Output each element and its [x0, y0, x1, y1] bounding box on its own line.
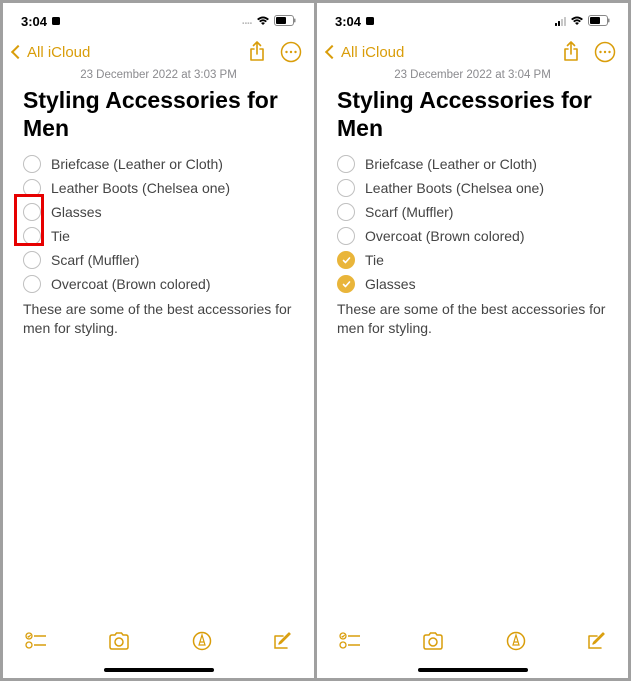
note-timestamp: 23 December 2022 at 3:04 PM — [337, 69, 608, 81]
checklist-item-label: Tie — [51, 228, 70, 244]
check-circle-icon[interactable] — [337, 179, 355, 197]
camera-icon[interactable] — [421, 631, 445, 651]
home-indicator[interactable] — [3, 662, 314, 678]
checklist-item-label: Scarf (Muffler) — [51, 252, 139, 268]
status-indicator-icon — [365, 14, 375, 29]
checklist-item-label: Leather Boots (Chelsea one) — [51, 180, 230, 196]
note-title[interactable]: Styling Accessories for Men — [23, 87, 294, 142]
check-circle-icon[interactable] — [23, 251, 41, 269]
note-body[interactable]: These are some of the best accessories f… — [23, 300, 294, 338]
checklist-item-label: Briefcase (Leather or Cloth) — [51, 156, 223, 172]
check-circle-icon[interactable] — [337, 227, 355, 245]
status-indicator-icon — [51, 14, 61, 29]
checklist-item[interactable]: Tie — [337, 248, 608, 272]
status-time: 3:04 — [335, 14, 361, 29]
checklist-item[interactable]: Briefcase (Leather or Cloth) — [337, 152, 608, 176]
checklist-item[interactable]: Glasses — [23, 200, 294, 224]
back-label: All iCloud — [27, 44, 90, 61]
checklist-item[interactable]: Tie — [23, 224, 294, 248]
checklist-item[interactable]: Leather Boots (Chelsea one) — [23, 176, 294, 200]
note-body[interactable]: These are some of the best accessories f… — [337, 300, 608, 338]
check-circle-icon[interactable] — [23, 179, 41, 197]
checklist-item[interactable]: Scarf (Muffler) — [337, 200, 608, 224]
checklist-icon[interactable] — [339, 632, 361, 650]
battery-icon — [274, 14, 296, 29]
cellular-dots-icon: .... — [242, 15, 252, 27]
checklist-item[interactable]: Leather Boots (Chelsea one) — [337, 176, 608, 200]
status-time: 3:04 — [21, 14, 47, 29]
note-content: 23 December 2022 at 3:04 PM Styling Acce… — [317, 69, 628, 614]
battery-icon — [588, 14, 610, 29]
check-circle-icon[interactable] — [337, 275, 355, 293]
back-button[interactable]: All iCloud — [327, 44, 404, 61]
checklist-item-label: Scarf (Muffler) — [365, 204, 453, 220]
checklist-item-label: Overcoat (Brown colored) — [365, 228, 525, 244]
phone-right: 3:04 All iCloud — [317, 3, 628, 678]
wifi-icon — [570, 14, 584, 29]
checklist-icon[interactable] — [25, 632, 47, 650]
nav-bar: All iCloud — [3, 33, 314, 69]
camera-icon[interactable] — [107, 631, 131, 651]
check-circle-icon[interactable] — [23, 203, 41, 221]
checklist: Briefcase (Leather or Cloth) Leather Boot… — [23, 152, 294, 296]
checklist-item-label: Overcoat (Brown colored) — [51, 276, 211, 292]
more-icon[interactable] — [280, 41, 302, 63]
check-circle-icon[interactable] — [337, 251, 355, 269]
check-circle-icon[interactable] — [23, 155, 41, 173]
note-title[interactable]: Styling Accessories for Men — [337, 87, 608, 142]
checklist-item[interactable]: Scarf (Muffler) — [23, 248, 294, 272]
checklist-item-label: Glasses — [365, 276, 416, 292]
cellular-bars-icon — [555, 17, 566, 26]
home-indicator[interactable] — [317, 662, 628, 678]
checklist-item-label: Leather Boots (Chelsea one) — [365, 180, 544, 196]
status-bar: 3:04 — [317, 3, 628, 33]
back-label: All iCloud — [341, 44, 404, 61]
note-timestamp: 23 December 2022 at 3:03 PM — [23, 69, 294, 81]
phone-left: 3:04 .... All iCloud — [3, 3, 314, 678]
chevron-left-icon — [325, 45, 339, 59]
markup-icon[interactable] — [192, 631, 212, 651]
back-button[interactable]: All iCloud — [13, 44, 90, 61]
note-content: 23 December 2022 at 3:03 PM Styling Acce… — [3, 69, 314, 614]
check-circle-icon[interactable] — [23, 227, 41, 245]
checklist-item-label: Tie — [365, 252, 384, 268]
checklist-item[interactable]: Overcoat (Brown colored) — [23, 272, 294, 296]
checklist-item[interactable]: Overcoat (Brown colored) — [337, 224, 608, 248]
share-icon[interactable] — [248, 41, 266, 63]
more-icon[interactable] — [594, 41, 616, 63]
checklist-item-label: Glasses — [51, 204, 102, 220]
bottom-toolbar — [3, 614, 314, 662]
nav-bar: All iCloud — [317, 33, 628, 69]
checklist-item-label: Briefcase (Leather or Cloth) — [365, 156, 537, 172]
markup-icon[interactable] — [506, 631, 526, 651]
bottom-toolbar — [317, 614, 628, 662]
check-circle-icon[interactable] — [23, 275, 41, 293]
checklist-item[interactable]: Briefcase (Leather or Cloth) — [23, 152, 294, 176]
share-icon[interactable] — [562, 41, 580, 63]
compose-icon[interactable] — [272, 631, 292, 651]
chevron-left-icon — [11, 45, 25, 59]
check-circle-icon[interactable] — [337, 155, 355, 173]
checklist-item[interactable]: Glasses — [337, 272, 608, 296]
status-bar: 3:04 .... — [3, 3, 314, 33]
compose-icon[interactable] — [586, 631, 606, 651]
wifi-icon — [256, 14, 270, 29]
check-circle-icon[interactable] — [337, 203, 355, 221]
checklist: Briefcase (Leather or Cloth) Leather Boot… — [337, 152, 608, 296]
